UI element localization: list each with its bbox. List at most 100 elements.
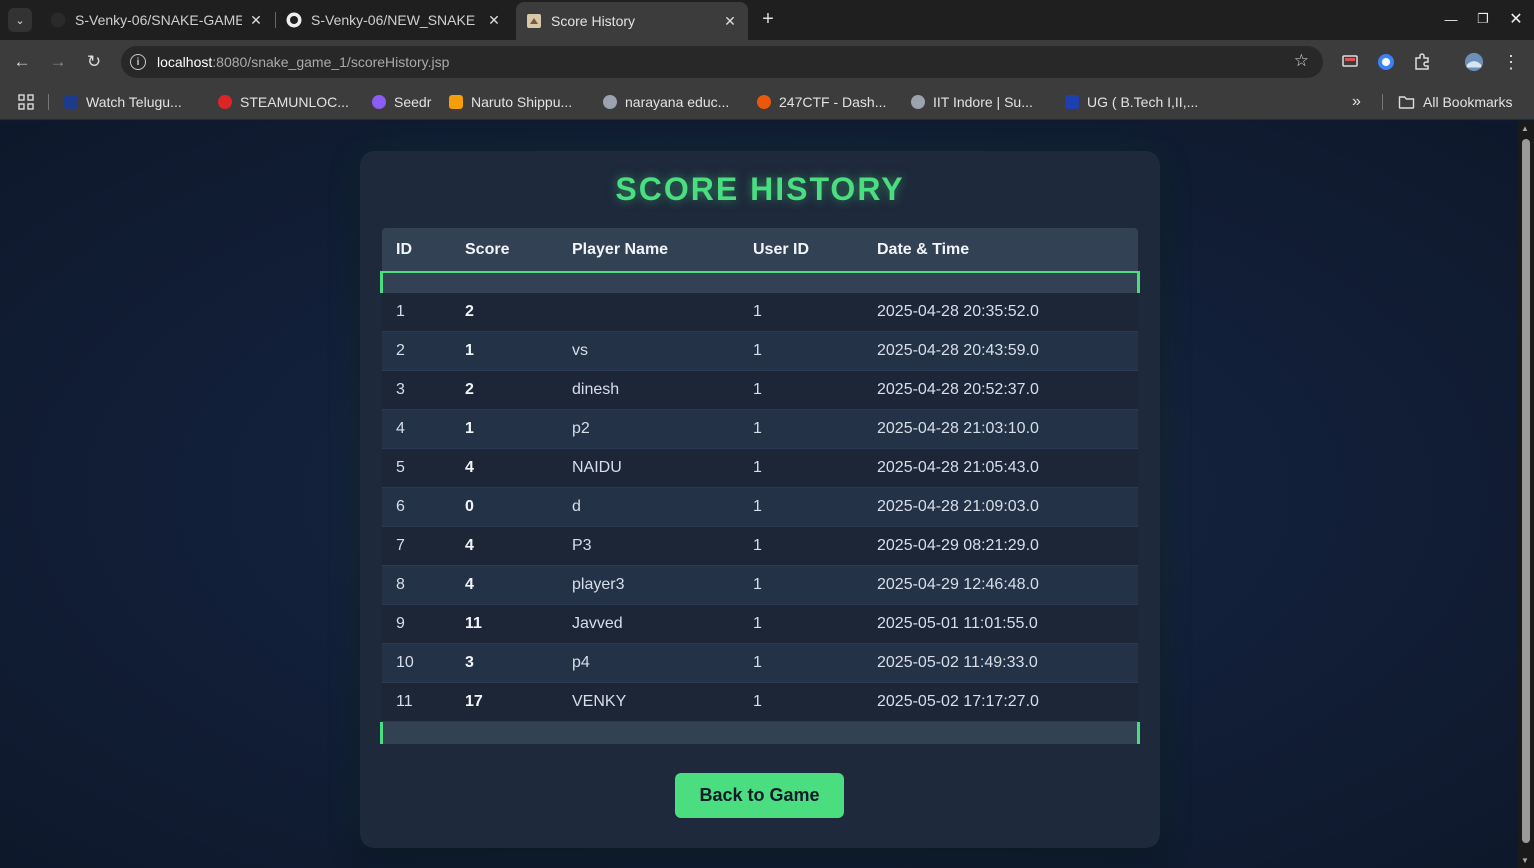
- cell-user-id: 1: [753, 420, 762, 437]
- bookmark-ug-btech[interactable]: UG ( B.Tech I,II,...: [1065, 92, 1198, 112]
- folder-icon: [1398, 96, 1415, 109]
- site-info-icon[interactable]: i: [130, 54, 146, 70]
- bookmark-seedr[interactable]: Seedr: [372, 92, 431, 112]
- cell-id: 6: [396, 498, 405, 515]
- bookmark-star-icon[interactable]: ☆: [1294, 51, 1309, 71]
- bookmark-watch-telugu[interactable]: Watch Telugu...: [64, 92, 182, 112]
- cell-score: 4: [465, 459, 474, 476]
- tab-score-history[interactable]: Score History ✕: [516, 2, 748, 40]
- scroll-up-arrow-icon[interactable]: ▲: [1521, 124, 1529, 133]
- cell-date-time: 2025-05-02 17:17:27.0: [877, 693, 1039, 710]
- cell-user-id: 1: [753, 576, 762, 593]
- cast-icon[interactable]: [1340, 52, 1360, 72]
- bookmark-label: Naruto Shippu...: [471, 94, 573, 110]
- cell-score: 0: [465, 498, 474, 515]
- cell-id: 1: [396, 303, 405, 320]
- url-path: :8080/snake_game_1/scoreHistory.jsp: [212, 54, 450, 70]
- cell-user-id: 1: [753, 693, 762, 710]
- cell-user-id: 1: [753, 654, 762, 671]
- page-scrollbar[interactable]: ▲ ▼: [1518, 121, 1534, 868]
- cell-score: 2: [465, 303, 474, 320]
- cell-score: 4: [465, 576, 474, 593]
- bookmark-favicon-icon: [1065, 95, 1079, 109]
- table-bottom-spacer: [380, 722, 1140, 744]
- cell-player-name: Javved: [572, 615, 623, 632]
- url-text[interactable]: localhost:8080/snake_game_1/scoreHistory…: [157, 54, 449, 70]
- page-favicon-icon: [527, 14, 541, 28]
- cell-date-time: 2025-04-28 21:03:10.0: [877, 420, 1039, 437]
- all-bookmarks-folder[interactable]: All Bookmarks: [1398, 92, 1512, 112]
- extensions-puzzle-icon[interactable]: [1412, 52, 1432, 72]
- cell-player-name: player3: [572, 576, 625, 593]
- bookmark-247ctf[interactable]: 247CTF - Dash...: [757, 92, 886, 112]
- cell-user-id: 1: [753, 537, 762, 554]
- cell-score: 11: [465, 615, 482, 632]
- bookmark-favicon-icon: [449, 95, 463, 109]
- column-header-user-id: User ID: [753, 240, 810, 258]
- tab-strip: ⌄ S-Venky-06/SNAKE-GAME ✕ S-Venky-06/NEW…: [0, 0, 1534, 40]
- extension-shield-icon[interactable]: [1376, 52, 1396, 72]
- back-arrow-icon[interactable]: ←: [11, 51, 33, 73]
- restore-icon[interactable]: ❐: [1472, 8, 1494, 30]
- menu-kebab-icon[interactable]: ⋮: [1501, 52, 1521, 72]
- close-tab-icon[interactable]: ✕: [486, 12, 502, 29]
- scrollbar-thumb[interactable]: [1522, 139, 1530, 843]
- cell-date-time: 2025-04-28 20:52:37.0: [877, 381, 1039, 398]
- page-title: SCORE HISTORY: [615, 171, 905, 207]
- bookmark-favicon-icon: [64, 95, 78, 109]
- tab-new-snake[interactable]: S-Venky-06/NEW_SNAKE ✕: [276, 0, 512, 40]
- tab-title: S-Venky-06/SNAKE-GAME: [75, 12, 242, 28]
- table-top-spacer: [380, 271, 1140, 293]
- table-row: 3 2 dinesh 1 2025-04-28 20:52:37.0: [382, 371, 1138, 410]
- more-bookmarks-chevron-icon[interactable]: »: [1352, 92, 1361, 112]
- cell-player-name: p2: [572, 420, 590, 437]
- bookmark-naruto[interactable]: Naruto Shippu...: [449, 92, 572, 112]
- close-tab-icon[interactable]: ✕: [248, 12, 264, 29]
- bookmark-label: All Bookmarks: [1423, 94, 1513, 110]
- cell-player-name: VENKY: [572, 693, 627, 710]
- back-to-game-button[interactable]: Back to Game: [675, 773, 844, 818]
- address-bar[interactable]: i localhost:8080/snake_game_1/scoreHisto…: [121, 46, 1323, 78]
- cell-date-time: 2025-04-28 21:09:03.0: [877, 498, 1039, 515]
- tab-search-icon[interactable]: ⌄: [8, 8, 32, 32]
- new-tab-button[interactable]: +: [758, 8, 778, 30]
- tab-title: S-Venky-06/NEW_SNAKE: [311, 12, 476, 28]
- cell-user-id: 1: [753, 459, 762, 476]
- bookmarks-divider: [1382, 94, 1383, 110]
- score-table: ID Score Player Name User ID Date & Time…: [380, 228, 1140, 744]
- cell-id: 2: [396, 342, 405, 359]
- cell-player-name: dinesh: [572, 381, 620, 398]
- close-window-icon[interactable]: ✕: [1505, 8, 1527, 30]
- profile-avatar-icon[interactable]: [1464, 52, 1484, 72]
- cell-date-time: 2025-04-29 08:21:29.0: [877, 537, 1039, 554]
- table-row: 7 4 P3 1 2025-04-29 08:21:29.0: [382, 527, 1138, 566]
- table-row: 5 4 NAIDU 1 2025-04-28 21:05:43.0: [382, 449, 1138, 488]
- cell-id: 3: [396, 381, 405, 398]
- cell-score: 17: [465, 693, 483, 710]
- table-row: 10 3 p4 1 2025-05-02 11:49:33.0: [382, 644, 1138, 683]
- apps-grid-icon[interactable]: [18, 92, 34, 112]
- tab-title: Score History: [551, 13, 636, 29]
- cell-date-time: 2025-04-28 20:43:59.0: [877, 342, 1039, 359]
- bookmark-label: 247CTF - Dash...: [779, 94, 887, 110]
- cell-player-name: p4: [572, 654, 590, 671]
- page-viewport: SCORE HISTORY ID Score Player Name User …: [0, 121, 1518, 868]
- table-body: 1 2 1 2025-04-28 20:35:52.0 2 1 vs 1 2025-04-28 …: [380, 293, 1140, 722]
- cell-id: 8: [396, 576, 405, 593]
- bookmark-narayana[interactable]: narayana educ...: [603, 92, 729, 112]
- minimize-icon[interactable]: —: [1440, 8, 1462, 30]
- cell-id: 4: [396, 420, 405, 437]
- cell-user-id: 1: [753, 498, 762, 515]
- scroll-down-arrow-icon[interactable]: ▼: [1521, 856, 1529, 865]
- cell-user-id: 1: [753, 381, 762, 398]
- forward-arrow-icon[interactable]: →: [47, 51, 69, 73]
- tab-snake-game[interactable]: S-Venky-06/SNAKE-GAME ✕: [40, 0, 274, 40]
- cell-score: 2: [465, 381, 474, 398]
- bookmark-steamunlocked[interactable]: STEAMUNLOC...: [218, 92, 349, 112]
- column-header-score: Score: [465, 240, 510, 258]
- bookmark-iit-indore[interactable]: IIT Indore | Su...: [911, 92, 1033, 112]
- close-tab-icon[interactable]: ✕: [722, 13, 738, 30]
- bookmark-label: narayana educ...: [625, 94, 730, 110]
- reload-icon[interactable]: ↻: [83, 51, 105, 73]
- cell-player-name: P3: [572, 537, 592, 554]
